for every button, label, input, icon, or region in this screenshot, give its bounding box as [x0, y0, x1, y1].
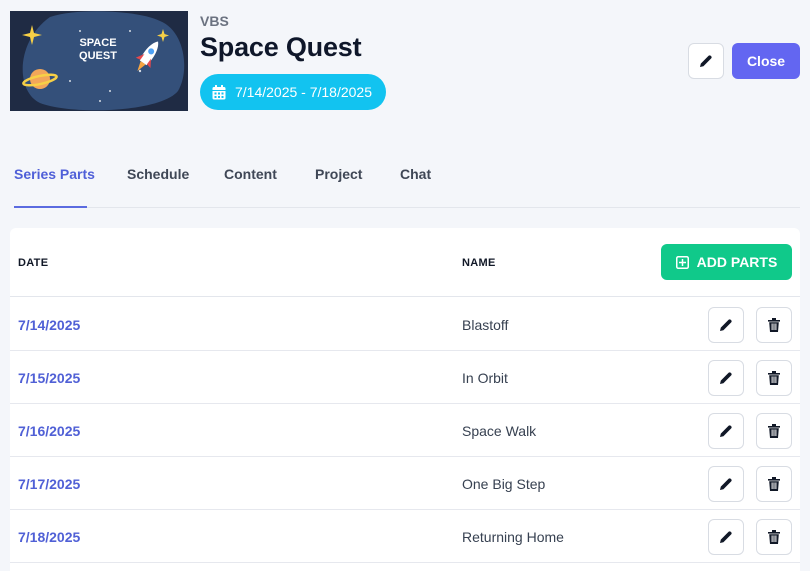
trash-icon — [768, 530, 780, 544]
row-date-link[interactable]: 7/17/2025 — [18, 476, 80, 492]
tab-schedule[interactable]: Schedule — [127, 166, 189, 182]
delete-row-button[interactable] — [756, 519, 792, 555]
pencil-icon — [720, 372, 732, 384]
row-name: Returning Home — [462, 529, 564, 545]
delete-row-button[interactable] — [756, 360, 792, 396]
pencil-icon — [720, 478, 732, 490]
pencil-icon — [720, 531, 732, 543]
date-range-badge: 7/14/2025 - 7/18/2025 — [200, 74, 387, 110]
row-name: One Big Step — [462, 476, 546, 492]
tab-project[interactable]: Project — [315, 166, 362, 182]
row-name: In Orbit — [462, 370, 508, 386]
column-header-name: NAME — [462, 257, 496, 269]
series-thumbnail: SPACE QUEST — [10, 11, 188, 111]
tab-bar: Series Parts Schedule Content Project Ch… — [14, 150, 800, 208]
add-parts-button[interactable]: ADD PARTS — [661, 244, 792, 280]
active-tab-indicator — [14, 206, 87, 208]
delete-row-button[interactable] — [756, 466, 792, 502]
trash-icon — [768, 318, 780, 332]
delete-row-button[interactable] — [756, 307, 792, 343]
row-date-link[interactable]: 7/14/2025 — [18, 317, 80, 333]
row-date-link[interactable]: 7/18/2025 — [18, 529, 80, 545]
column-header-date: DATE — [18, 257, 49, 269]
calendar-icon — [212, 84, 226, 99]
table-header: DATE NAME ADD PARTS — [10, 228, 800, 297]
table-row: 7/14/2025 Blastoff — [10, 298, 800, 351]
trash-icon — [768, 371, 780, 385]
add-parts-label: ADD PARTS — [696, 254, 778, 270]
edit-row-button[interactable] — [708, 466, 744, 502]
edit-series-button[interactable] — [688, 43, 724, 79]
pencil-icon — [700, 55, 712, 67]
table-row: 7/17/2025 One Big Step — [10, 457, 800, 510]
table-row: 7/16/2025 Space Walk — [10, 404, 800, 457]
series-header: SPACE QUEST VBS Space Quest 7/14/2025 - … — [0, 0, 810, 130]
row-name: Blastoff — [462, 317, 509, 333]
row-name: Space Walk — [462, 423, 537, 439]
thumbnail-line1: SPACE — [79, 37, 116, 49]
tab-chat[interactable]: Chat — [400, 166, 431, 182]
thumbnail-line2: QUEST — [79, 50, 117, 62]
row-date-link[interactable]: 7/16/2025 — [18, 423, 80, 439]
delete-row-button[interactable] — [756, 413, 792, 449]
page-title: Space Quest — [200, 32, 362, 62]
trash-icon — [768, 477, 780, 491]
edit-row-button[interactable] — [708, 307, 744, 343]
plus-square-icon — [675, 255, 689, 269]
space-quest-artwork: SPACE QUEST — [10, 11, 188, 111]
tab-series-parts[interactable]: Series Parts — [14, 166, 95, 182]
pencil-icon — [720, 425, 732, 437]
close-button[interactable]: Close — [732, 43, 800, 79]
trash-icon — [768, 424, 780, 438]
edit-row-button[interactable] — [708, 360, 744, 396]
table-row: 7/15/2025 In Orbit — [10, 351, 800, 404]
tab-content[interactable]: Content — [224, 166, 277, 182]
row-date-link[interactable]: 7/15/2025 — [18, 370, 80, 386]
series-category: VBS — [200, 13, 229, 29]
series-parts-table: DATE NAME ADD PARTS 7/14/2025 Blastoff 7… — [10, 228, 800, 571]
edit-row-button[interactable] — [708, 519, 744, 555]
pencil-icon — [720, 319, 732, 331]
table-row: 7/18/2025 Returning Home — [10, 510, 800, 563]
edit-row-button[interactable] — [708, 413, 744, 449]
date-range-text: 7/14/2025 - 7/18/2025 — [235, 84, 373, 100]
